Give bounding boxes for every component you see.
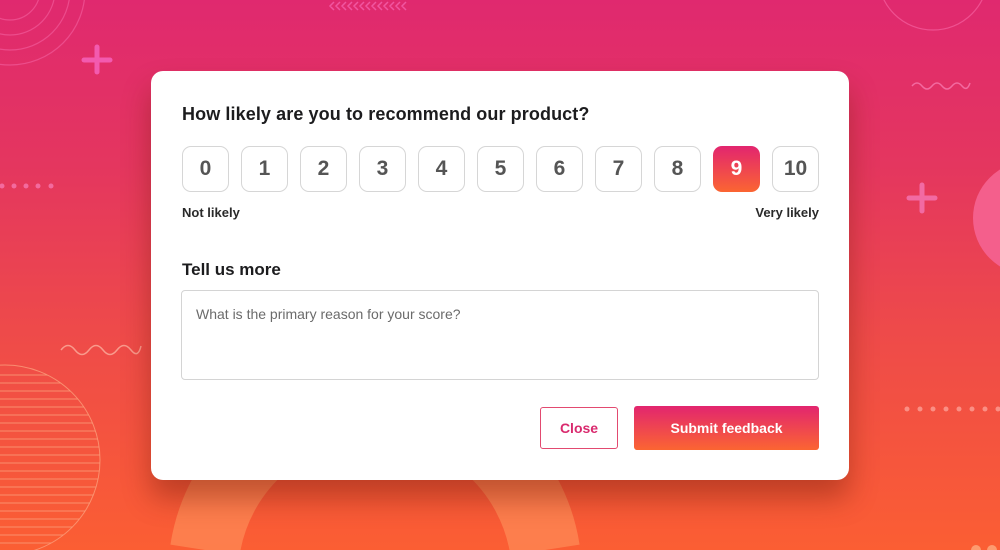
survey-question: How likely are you to recommend our prod…	[182, 104, 590, 124]
score-button-5[interactable]: 5	[477, 146, 524, 192]
filled-circle-right	[973, 169, 1000, 267]
wave-left	[60, 344, 142, 356]
score-scale: 0 1 2 3 4 5 6 7 8 9 10	[182, 146, 819, 192]
comment-heading: Tell us more	[182, 260, 281, 279]
dot-row-left	[0, 183, 54, 189]
plus-shape	[81, 44, 113, 75]
score-button-4[interactable]: 4	[418, 146, 465, 192]
wave-right	[911, 82, 971, 90]
nps-survey-dialog: How likely are you to recommend our prod…	[151, 71, 849, 480]
concentric-circles	[0, 0, 85, 66]
submit-feedback-button[interactable]: Submit feedback	[634, 406, 819, 450]
striped-circle	[0, 364, 101, 550]
score-button-6[interactable]: 6	[536, 146, 583, 192]
score-button-10[interactable]: 10	[772, 146, 819, 192]
score-button-8[interactable]: 8	[654, 146, 701, 192]
plus-shape-right	[906, 182, 938, 214]
scale-high-label: Very likely	[755, 205, 819, 220]
score-button-3[interactable]: 3	[359, 146, 406, 192]
striped-circle-lines	[0, 374, 100, 544]
chevron-pattern	[328, 1, 407, 11]
score-button-0[interactable]: 0	[182, 146, 229, 192]
scale-low-label: Not likely	[182, 205, 240, 220]
reason-textarea[interactable]	[181, 290, 819, 380]
dot-row-right	[904, 406, 1000, 412]
score-button-1[interactable]: 1	[241, 146, 288, 192]
close-button[interactable]: Close	[540, 407, 618, 449]
dots-bottom-right	[971, 545, 997, 550]
score-button-2[interactable]: 2	[300, 146, 347, 192]
score-button-9[interactable]: 9	[713, 146, 760, 192]
circle-outline-top-right	[883, 0, 983, 31]
score-button-7[interactable]: 7	[595, 146, 642, 192]
